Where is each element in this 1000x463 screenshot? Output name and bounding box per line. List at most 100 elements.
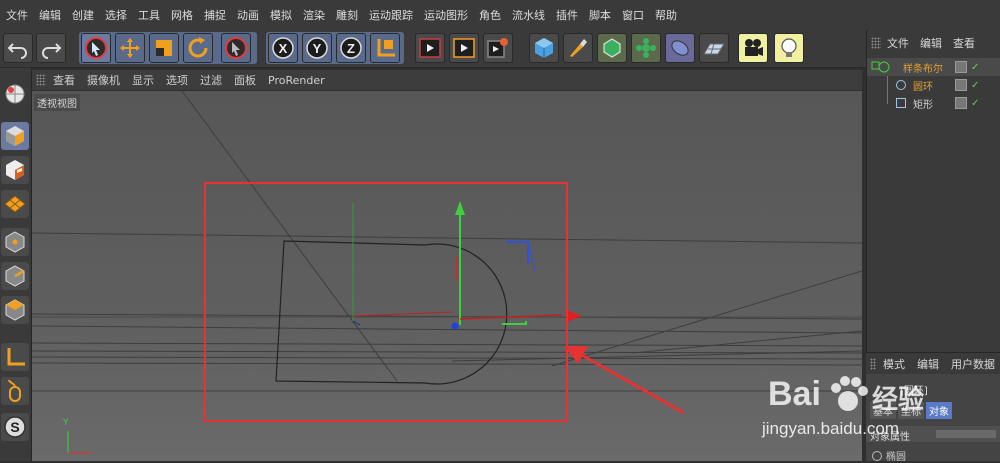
menu-item-13[interactable]: 角色 (473, 7, 506, 23)
rectangle-spline-icon (896, 98, 906, 108)
viewport-menu-item-3[interactable]: 选项 (159, 72, 193, 88)
viewport-menu-item-1[interactable]: 摄像机 (80, 72, 125, 88)
tab-coordinates[interactable]: 坐标 (898, 402, 924, 419)
menu-item-17[interactable]: 窗口 (616, 7, 649, 23)
coordinate-system-button[interactable] (370, 33, 400, 63)
objects-menu-item-1[interactable]: 编辑 (914, 35, 947, 51)
viewport-menu-item-4[interactable]: 过滤 (193, 72, 227, 88)
attributes-menu-item-0[interactable]: 模式 (876, 356, 910, 372)
axis-mode-button[interactable] (1, 343, 29, 371)
z-axis-button[interactable]: Z (336, 33, 366, 63)
enable-check[interactable]: ✓ (971, 98, 979, 109)
attributes-menu-item-1[interactable]: 编辑 (910, 356, 944, 372)
menu-item-5[interactable]: 网格 (165, 7, 198, 23)
viewport-menu-item-0[interactable]: 查看 (46, 72, 80, 88)
visibility-toggle[interactable] (955, 97, 967, 109)
enable-check[interactable]: ✓ (971, 62, 979, 73)
light-button[interactable] (774, 33, 804, 63)
viewport-menu-item-2[interactable]: 显示 (125, 72, 159, 88)
menu-item-12[interactable]: 运动图形 (418, 7, 473, 23)
tab-object[interactable]: 对象 (926, 402, 952, 419)
undo-icon (7, 43, 27, 59)
spline-boolean-icon (871, 61, 890, 73)
select-tool-button[interactable] (81, 33, 111, 63)
menu-item-4[interactable]: 工具 (132, 7, 165, 23)
section-title: 对象属性 (870, 432, 910, 443)
viewport-scene (32, 91, 862, 454)
grid-lines (32, 91, 862, 392)
live-select-button[interactable] (221, 33, 251, 63)
cloner-button[interactable] (631, 33, 661, 63)
svg-text:X: X (279, 41, 288, 56)
menu-item-16[interactable]: 脚本 (583, 7, 616, 23)
texture-mode-button[interactable] (1, 156, 29, 184)
camera-icon (745, 39, 763, 56)
object-row-rectangle[interactable]: 矩形 ✓ (867, 94, 1000, 112)
visibility-toggle[interactable] (955, 61, 967, 73)
menu-item-18[interactable]: 帮助 (649, 7, 682, 23)
x-axis-icon: X (272, 37, 294, 59)
rotate-tool-button[interactable] (183, 33, 213, 63)
cloner-icon (636, 38, 656, 58)
objects-menubar: 文件 编辑 查看 (867, 30, 1000, 56)
camera-button[interactable] (738, 33, 768, 63)
tab-basic[interactable]: 基本 (870, 402, 896, 419)
menu-item-14[interactable]: 流水线 (506, 7, 550, 23)
enable-check[interactable]: ✓ (971, 80, 979, 91)
tweak-mode-button[interactable] (1, 377, 29, 405)
render-picture-viewer-button[interactable] (449, 33, 479, 63)
menu-item-2[interactable]: 创建 (66, 7, 99, 23)
render-settings-button[interactable] (483, 33, 513, 63)
undo-button[interactable] (3, 33, 33, 63)
attributes-menu-item-2[interactable]: 用户数据 (944, 356, 1000, 372)
annotation-arrow (579, 352, 685, 415)
points-mode-button[interactable] (1, 228, 29, 256)
highlight-box (204, 182, 568, 422)
panel-grip[interactable] (871, 37, 881, 49)
workplane-mode-button[interactable] (1, 190, 29, 218)
menu-item-7[interactable]: 动画 (231, 7, 264, 23)
objects-menu-item-0[interactable]: 文件 (881, 35, 914, 51)
make-editable-button[interactable] (1, 80, 29, 108)
model-mode-button[interactable] (1, 122, 29, 150)
objects-menu-item-2[interactable]: 查看 (947, 35, 980, 51)
menu-item-3[interactable]: 选择 (99, 7, 132, 23)
viewport-menu-item-5[interactable]: 面板 (227, 72, 261, 88)
menu-item-1[interactable]: 编辑 (33, 7, 66, 23)
panel-grip[interactable] (36, 74, 46, 86)
z-axis-handle[interactable] (451, 322, 459, 330)
spline-boolean-shape[interactable] (275, 240, 508, 385)
menu-item-9[interactable]: 渲染 (297, 7, 330, 23)
main-menubar: 文件 编辑 创建 选择 工具 网格 捕捉 动画 模拟 渲染 雕刻 运动跟踪 运动图形 角色 流水线 插件 脚本窗… (0, 0, 1000, 31)
visibility-toggle[interactable] (955, 79, 967, 91)
menu-item-11[interactable]: 运动跟踪 (363, 7, 418, 23)
redo-button[interactable] (36, 33, 66, 63)
object-row-circle[interactable]: 圆环 ✓ (867, 76, 1000, 94)
menu-item-6[interactable]: 捕捉 (198, 7, 231, 23)
perspective-viewport[interactable]: 透视视图 Y (32, 91, 862, 461)
scale-tool-button[interactable] (149, 33, 179, 63)
deformer-button[interactable] (665, 33, 695, 63)
attributes-menubar: 模式 编辑 用户数据 (866, 352, 1000, 375)
subdivision-surface-button[interactable] (597, 33, 627, 63)
y-axis-button[interactable]: Y (302, 33, 332, 63)
cube-icon (535, 38, 553, 58)
edges-mode-button[interactable] (1, 262, 29, 290)
viewport-menu-item-6[interactable]: ProRender (261, 74, 330, 87)
section-slider[interactable] (936, 430, 996, 438)
menu-item-0[interactable]: 文件 (0, 7, 33, 23)
move-tool-button[interactable] (115, 33, 145, 63)
x-axis-button[interactable]: X (268, 33, 298, 63)
render-view-button[interactable] (415, 33, 445, 63)
left-toolbar: S (0, 68, 32, 461)
pen-spline-button[interactable] (563, 33, 593, 63)
snap-button[interactable]: S (1, 413, 29, 441)
scale-icon (156, 40, 172, 56)
floor-button[interactable] (699, 33, 729, 63)
menu-item-8[interactable]: 模拟 (264, 7, 297, 23)
cube-primitive-button[interactable] (529, 33, 559, 63)
object-row-spline-boolean[interactable]: 样条布尔 ✓ (867, 58, 1000, 76)
polygons-mode-button[interactable] (1, 296, 29, 324)
menu-item-10[interactable]: 雕刻 (330, 7, 363, 23)
menu-item-15[interactable]: 插件 (550, 7, 583, 23)
